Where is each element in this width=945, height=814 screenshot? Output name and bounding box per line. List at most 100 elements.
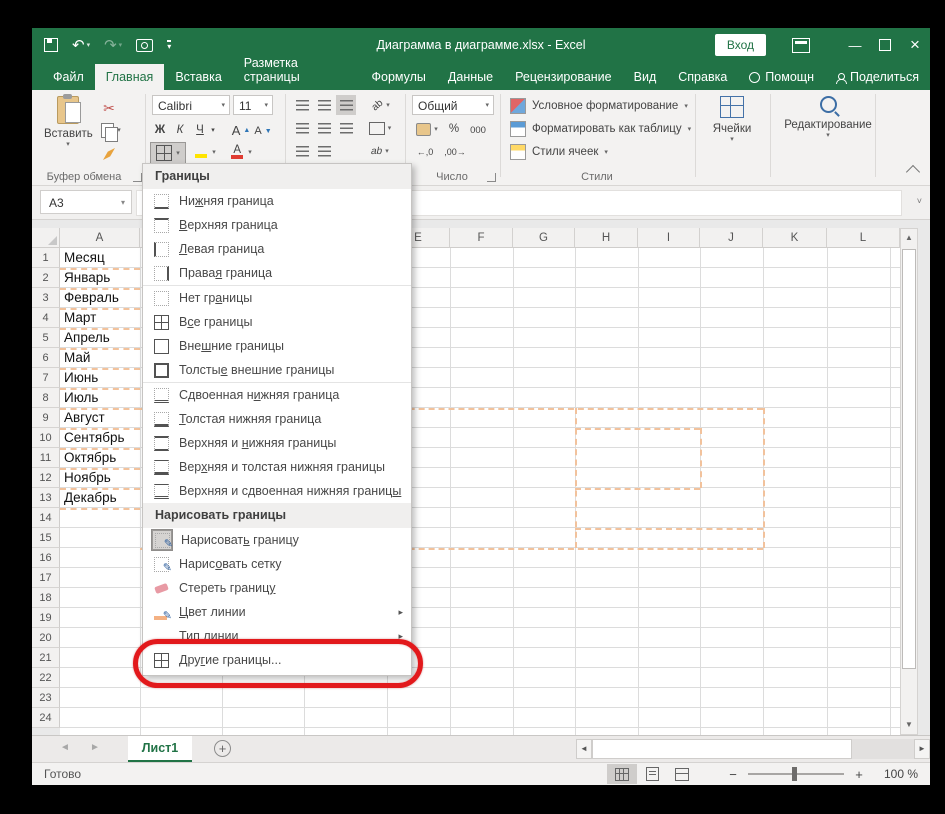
decrease-decimal-button[interactable]: ,00→ [442, 142, 468, 162]
ribbon-tab[interactable]: Рецензирование [504, 64, 623, 90]
column-header[interactable]: H [575, 228, 638, 248]
horizontal-scrollbar-thumb[interactable] [592, 739, 852, 759]
next-sheet-icon[interactable]: ► [90, 742, 100, 753]
comma-style-button[interactable]: 000 [466, 120, 490, 140]
row-header[interactable]: 1 [32, 248, 60, 268]
font-size-combo[interactable]: 11 ▾ [233, 95, 273, 115]
editing-button[interactable]: Редактирование ▾ [780, 96, 876, 139]
menu-item[interactable]: Толстые внешние границы [143, 358, 411, 383]
merge-center-button[interactable]: ▾ [362, 118, 398, 138]
increase-decimal-button[interactable]: ←,0 [412, 142, 438, 162]
align-top-button[interactable] [292, 95, 312, 115]
row-header[interactable]: 19 [32, 608, 60, 628]
vertical-scrollbar-thumb[interactable] [902, 249, 916, 669]
cell[interactable]: Июнь [60, 368, 140, 388]
cut-button[interactable]: ✂ [98, 98, 120, 118]
row-header[interactable]: 10 [32, 428, 60, 448]
ribbon-display-options-icon[interactable] [792, 37, 810, 53]
row-header[interactable]: 22 [32, 668, 60, 688]
page-break-view-button[interactable] [667, 764, 697, 784]
row-header[interactable]: 13 [32, 488, 60, 508]
ribbon-tab[interactable]: Формулы [361, 64, 437, 90]
wrap-text-button[interactable]: ab ▾ [362, 141, 398, 161]
number-format-combo[interactable]: Общий ▾ [412, 95, 494, 115]
cell[interactable]: Декабрь [60, 488, 140, 508]
column-header[interactable]: K [763, 228, 827, 248]
zoom-in-button[interactable]: + [852, 767, 866, 782]
menu-item[interactable]: Нет границы [143, 286, 411, 310]
style-menu-button[interactable]: Стили ячеек ▾ [510, 141, 608, 163]
column-header[interactable]: F [450, 228, 513, 248]
menu-item[interactable]: ✎ Нарисовать сетку [143, 552, 411, 576]
font-family-combo[interactable]: Calibri ▾ [152, 95, 230, 115]
menu-item[interactable]: Верхняя и толстая нижняя границы [143, 455, 411, 479]
align-center-button[interactable] [314, 118, 334, 138]
style-menu-button[interactable]: Форматировать как таблицу ▾ [510, 118, 691, 140]
row-header[interactable]: 8 [32, 388, 60, 408]
row-header[interactable]: 20 [32, 628, 60, 648]
borders-button[interactable]: ▾ [150, 142, 186, 164]
menu-item[interactable]: Правая граница [143, 261, 411, 286]
cell[interactable]: Январь [60, 268, 140, 288]
ribbon-tab[interactable]: Вставка [164, 64, 232, 90]
row-header[interactable]: 21 [32, 648, 60, 668]
horizontal-scrollbar[interactable]: ◄ ► [576, 739, 930, 759]
cell[interactable]: Октябрь [60, 448, 140, 468]
number-dialog-launcher-icon[interactable] [487, 173, 496, 182]
cell[interactable]: Май [60, 348, 140, 368]
row-header[interactable]: 23 [32, 688, 60, 708]
name-box[interactable]: A3 ▾ [40, 190, 132, 214]
cells-button[interactable]: Ячейки ▾ [697, 96, 767, 143]
menu-item[interactable]: Все границы [143, 310, 411, 334]
column-header[interactable]: L [827, 228, 900, 248]
column-header[interactable]: G [513, 228, 575, 248]
row-header[interactable]: 7 [32, 368, 60, 388]
cell[interactable]: Июль [60, 388, 140, 408]
increase-indent-button[interactable] [314, 141, 334, 161]
prev-sheet-icon[interactable]: ◄ [60, 742, 70, 753]
ribbon-tab[interactable]: Справка [667, 64, 738, 90]
row-header[interactable]: 15 [32, 528, 60, 548]
ribbon-tab[interactable]: Главная [94, 64, 165, 90]
ribbon-tab[interactable]: Вид [623, 64, 668, 90]
paste-button[interactable]: Вставить ▾ [44, 94, 93, 166]
fill-color-button[interactable]: ▾ [190, 142, 220, 162]
zoom-out-button[interactable]: − [726, 767, 740, 782]
minimize-button[interactable]: — [840, 28, 870, 62]
collapse-ribbon-icon[interactable] [905, 164, 921, 180]
percent-style-button[interactable]: % [446, 119, 462, 139]
ribbon-tab[interactable]: Данные [437, 64, 504, 90]
paste-dropdown-icon[interactable]: ▾ [44, 140, 92, 148]
menu-item[interactable]: Верхняя и нижняя границы [143, 431, 411, 455]
vertical-scrollbar[interactable]: ▲ ▼ [900, 228, 918, 735]
row-header[interactable]: 24 [32, 708, 60, 728]
sheet-tab[interactable]: Лист1 [128, 736, 192, 762]
scroll-down-icon[interactable]: ▼ [901, 716, 917, 734]
row-header[interactable]: 9 [32, 408, 60, 428]
row-header[interactable]: 14 [32, 508, 60, 528]
zoom-slider-thumb[interactable] [792, 767, 797, 781]
row-header[interactable]: 17 [32, 568, 60, 588]
scroll-right-icon[interactable]: ► [914, 739, 930, 759]
column-header[interactable]: A [60, 228, 140, 248]
italic-button[interactable]: К [172, 120, 188, 140]
row-header[interactable]: 6 [32, 348, 60, 368]
bold-button[interactable]: Ж [152, 120, 168, 140]
row-header[interactable]: 3 [32, 288, 60, 308]
menu-item[interactable]: Сдвоенная нижняя граница [143, 383, 411, 407]
underline-dropdown-icon[interactable]: ▾ [208, 120, 218, 140]
align-right-button[interactable] [336, 118, 356, 138]
select-all-corner[interactable] [32, 228, 60, 248]
cell[interactable]: Апрель [60, 328, 140, 348]
menu-item[interactable]: Нижняя граница [143, 189, 411, 213]
menu-item[interactable]: ✎ Цвет линии ▸ [143, 600, 411, 624]
menu-item[interactable]: Левая граница [143, 237, 411, 261]
cell[interactable]: Август [60, 408, 140, 428]
clipboard-dialog-launcher-icon[interactable] [133, 173, 142, 182]
menu-item[interactable]: Толстая нижняя граница [143, 407, 411, 431]
format-painter-button[interactable] [98, 144, 120, 164]
copy-button[interactable]: ▾ [96, 120, 126, 142]
name-box-dropdown-icon[interactable]: ▾ [121, 191, 125, 215]
align-left-button[interactable] [292, 118, 312, 138]
cell[interactable]: Ноябрь [60, 468, 140, 488]
